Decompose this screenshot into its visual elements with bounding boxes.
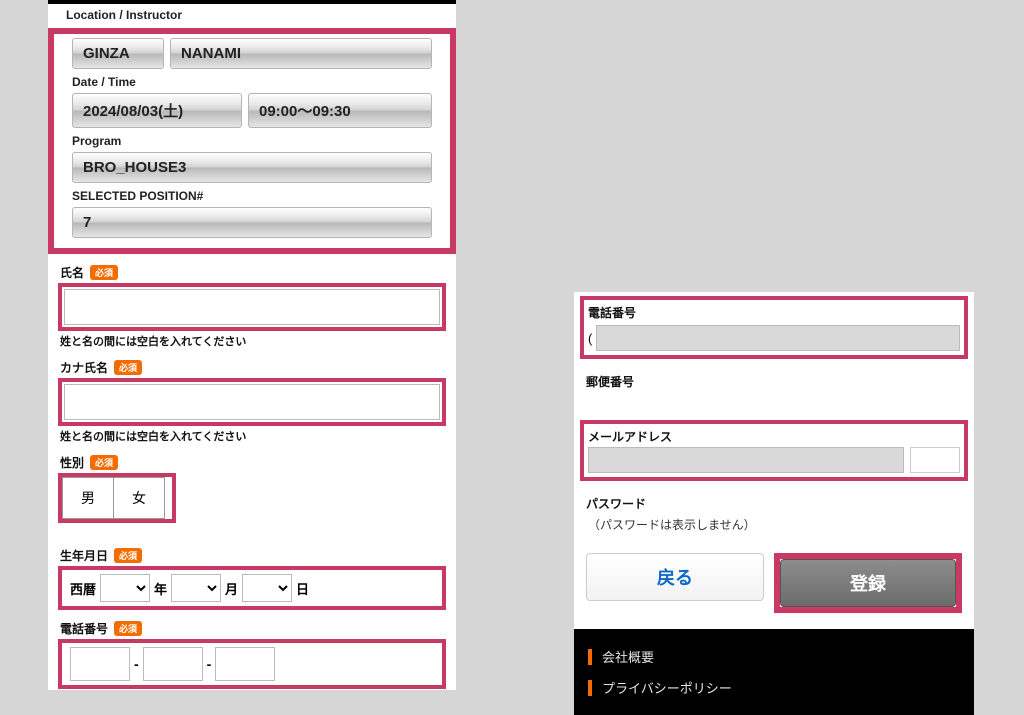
password-section: パスワード （パスワードは表示しません） xyxy=(574,481,974,539)
footer-link-privacy[interactable]: プライバシーポリシー xyxy=(588,672,960,703)
name-label: 氏名 必須 xyxy=(52,264,452,281)
button-row: 戻る 登録 xyxy=(574,539,974,629)
required-badge: 必須 xyxy=(114,548,142,563)
required-badge: 必須 xyxy=(90,455,118,470)
position-label: SELECTED POSITION# xyxy=(54,185,450,205)
footer-link-company[interactable]: 会社概要 xyxy=(588,641,960,672)
kana-input[interactable] xyxy=(64,384,440,420)
date-field: 2024/08/03(土) xyxy=(72,93,242,128)
dob-era-label: 西暦 xyxy=(70,579,96,598)
accent-bar-icon xyxy=(588,680,592,696)
program-field: BRO_HOUSE3 xyxy=(72,152,432,183)
left-phone-frame: Location / Instructor GINZA NANAMI Date … xyxy=(48,0,456,690)
tel-sep-2: - xyxy=(207,656,212,672)
tel-input-2[interactable] xyxy=(143,647,203,681)
dob-year-select[interactable] xyxy=(100,574,150,602)
dob-day-select[interactable] xyxy=(242,574,292,602)
email-label: メールアドレス xyxy=(588,428,960,445)
time-field: 09:00〜09:30 xyxy=(248,93,432,128)
name-input[interactable] xyxy=(64,289,440,325)
date-time-label: Date / Time xyxy=(54,71,450,91)
tel-input-3[interactable] xyxy=(215,647,275,681)
dob-month-select[interactable] xyxy=(171,574,221,602)
password-label: パスワード xyxy=(586,495,962,512)
right-phone-frame: 電話番号 ( 郵便番号 メールアドレス パスワード （パスワードは表示しません）… xyxy=(574,292,974,715)
register-highlight: 登録 xyxy=(774,553,962,613)
back-button[interactable]: 戻る xyxy=(586,553,764,601)
tel-input-1[interactable] xyxy=(70,647,130,681)
gender-female-button[interactable]: 女 xyxy=(114,477,165,519)
postal-label: 郵便番号 xyxy=(586,373,962,390)
kana-label-text: カナ氏名 xyxy=(60,359,108,376)
tel-paren: ( xyxy=(588,331,592,346)
footer: 会社概要 プライバシーポリシー xyxy=(574,629,974,715)
right-tel-label: 電話番号 xyxy=(588,304,960,321)
email-input[interactable] xyxy=(588,447,904,473)
right-tel-input[interactable] xyxy=(596,325,960,351)
dob-day-suffix: 日 xyxy=(296,579,309,598)
kana-input-highlight xyxy=(58,378,446,426)
dob-label-text: 生年月日 xyxy=(60,547,108,564)
name-hint: 姓と名の間には空白を入れてください xyxy=(52,331,452,349)
form-area: 氏名 必須 姓と名の間には空白を入れてください カナ氏名 必須 姓と名の間には空… xyxy=(48,264,456,689)
gender-male-button[interactable]: 男 xyxy=(62,477,114,519)
kana-hint: 姓と名の間には空白を入れてください xyxy=(52,426,452,444)
dob-month-suffix: 月 xyxy=(225,579,238,598)
location-instructor-label: Location / Instructor xyxy=(48,4,456,24)
email-side-box xyxy=(910,447,960,473)
tel-highlight: - - xyxy=(58,639,446,689)
footer-company-text: 会社概要 xyxy=(602,647,654,666)
email-highlight: メールアドレス xyxy=(580,420,968,481)
dob-year-suffix: 年 xyxy=(154,579,167,598)
position-field: 7 xyxy=(72,207,432,238)
program-label: Program xyxy=(54,130,450,150)
gender-label-text: 性別 xyxy=(60,454,84,471)
dob-label: 生年月日 必須 xyxy=(52,547,452,564)
gender-label: 性別 必須 xyxy=(52,454,452,471)
instructor-field: NANAMI xyxy=(170,38,432,69)
password-note: （パスワードは表示しません） xyxy=(586,516,962,533)
required-badge: 必須 xyxy=(90,265,118,280)
postal-section: 郵便番号 xyxy=(574,359,974,400)
footer-privacy-text: プライバシーポリシー xyxy=(602,678,732,697)
name-label-text: 氏名 xyxy=(60,264,84,281)
required-badge: 必須 xyxy=(114,621,142,636)
gender-highlight: 男 女 xyxy=(58,473,176,523)
accent-bar-icon xyxy=(588,649,592,665)
dob-highlight: 西暦 年 月 日 xyxy=(58,566,446,610)
tel-label: 電話番号 必須 xyxy=(52,620,452,637)
summary-highlight: GINZA NANAMI Date / Time 2024/08/03(土) 0… xyxy=(48,28,456,254)
tel-label-text: 電話番号 xyxy=(60,620,108,637)
required-badge: 必須 xyxy=(114,360,142,375)
location-field: GINZA xyxy=(72,38,164,69)
tel-sep-1: - xyxy=(134,656,139,672)
name-input-highlight xyxy=(58,283,446,331)
kana-label: カナ氏名 必須 xyxy=(52,359,452,376)
register-button[interactable]: 登録 xyxy=(780,559,956,607)
right-tel-highlight: 電話番号 ( xyxy=(580,296,968,359)
